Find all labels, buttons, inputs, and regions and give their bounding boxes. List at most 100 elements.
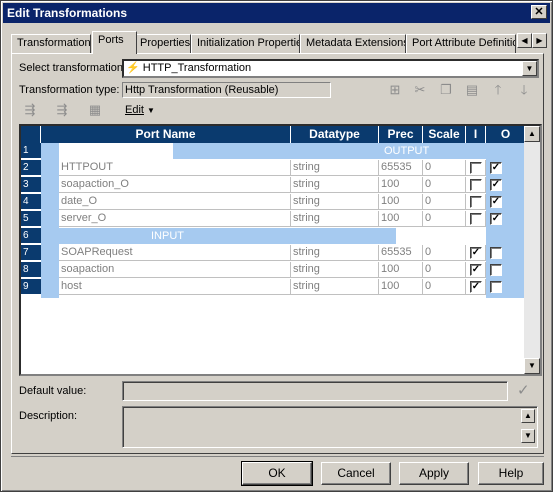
description-scroll-down-icon[interactable]: ▼: [521, 429, 535, 443]
input-checkbox[interactable]: [470, 196, 482, 208]
arrow-down-icon[interactable]: 🡓: [515, 82, 533, 98]
description-label: Description:: [19, 410, 78, 422]
datatype-cell[interactable]: string: [291, 211, 379, 227]
output-checkbox[interactable]: ✓: [490, 162, 502, 174]
group-label-output: OUTPUT: [384, 145, 430, 157]
column-header-port-name[interactable]: Port Name: [41, 126, 291, 143]
row-number[interactable]: 8: [21, 262, 41, 278]
scale-cell[interactable]: 0: [423, 211, 466, 227]
chevron-down-icon[interactable]: ▼: [522, 61, 537, 76]
group-row-output[interactable]: [173, 143, 526, 159]
column-header-prec[interactable]: Prec: [379, 126, 423, 143]
input-checkbox[interactable]: ✓: [470, 247, 482, 259]
scale-cell[interactable]: 0: [423, 262, 466, 278]
scroll-up-icon[interactable]: ▲: [524, 126, 540, 142]
tab-scroll-left-icon[interactable]: ◀: [517, 33, 532, 48]
row-number[interactable]: 1: [21, 143, 41, 159]
paste-icon[interactable]: ▤: [463, 82, 481, 98]
scale-cell[interactable]: 0: [423, 245, 466, 261]
row-number[interactable]: 3: [21, 177, 41, 193]
edit-menu[interactable]: Edit ▼: [125, 104, 155, 116]
transformation-icon: ⚡: [126, 62, 140, 74]
description-scroll-up-icon[interactable]: ▲: [521, 409, 535, 423]
group-row-input[interactable]: [59, 228, 396, 244]
tab-scroll-right-icon[interactable]: ▶: [532, 33, 547, 48]
selection-band: [41, 143, 59, 298]
port-name-cell[interactable]: server_O: [59, 211, 291, 227]
help-button[interactable]: Help: [478, 462, 544, 485]
scale-cell[interactable]: 0: [423, 194, 466, 210]
input-checkbox[interactable]: [470, 213, 482, 225]
row-number[interactable]: 7: [21, 245, 41, 261]
datatype-cell[interactable]: string: [291, 160, 379, 176]
tab-transformation[interactable]: Transformation: [11, 34, 91, 53]
cut-icon[interactable]: ✂: [411, 82, 429, 98]
scale-cell[interactable]: 0: [423, 279, 466, 295]
port-name-cell[interactable]: host: [59, 279, 291, 295]
scroll-down-icon[interactable]: ▼: [524, 358, 540, 374]
row-number[interactable]: 2: [21, 160, 41, 176]
ok-button[interactable]: OK: [241, 461, 313, 486]
close-button[interactable]: ✕: [531, 5, 547, 19]
row-number[interactable]: 4: [21, 194, 41, 210]
tab-port-attribute-definitions[interactable]: Port Attribute Definitions: [406, 34, 516, 53]
edit-menu-label: Edit: [125, 104, 144, 116]
tab-metadata-extensions[interactable]: Metadata Extensions: [300, 34, 406, 53]
prec-cell[interactable]: 100: [379, 177, 423, 193]
port-name-cell[interactable]: date_O: [59, 194, 291, 210]
port-name-cell[interactable]: soapaction: [59, 262, 291, 278]
input-checkbox[interactable]: [470, 179, 482, 191]
prec-cell[interactable]: 100: [379, 211, 423, 227]
column-header-scale[interactable]: Scale: [423, 126, 466, 143]
output-checkbox[interactable]: ✓: [490, 213, 502, 225]
row-number[interactable]: 6: [21, 228, 41, 244]
propagate-icon[interactable]: ⇶: [53, 102, 71, 118]
port-name-cell[interactable]: soapaction_O: [59, 177, 291, 193]
scale-cell[interactable]: 0: [423, 160, 466, 176]
output-checkbox[interactable]: [490, 264, 502, 276]
scale-cell[interactable]: 0: [423, 177, 466, 193]
default-value-label: Default value:: [19, 385, 87, 397]
prec-cell[interactable]: 65535: [379, 160, 423, 176]
new-port-icon[interactable]: ⊞: [386, 82, 404, 98]
copy-icon[interactable]: ❐: [437, 82, 455, 98]
datatype-cell[interactable]: string: [291, 245, 379, 261]
tab-ports[interactable]: Ports: [92, 31, 137, 54]
prec-cell[interactable]: 65535: [379, 245, 423, 261]
output-checkbox[interactable]: ✓: [490, 196, 502, 208]
row-number[interactable]: 5: [21, 211, 41, 227]
default-value-field[interactable]: [122, 381, 508, 401]
port-settings-icon[interactable]: ▦: [86, 102, 104, 118]
apply-button[interactable]: Apply: [399, 462, 469, 485]
validate-checkmark-icon[interactable]: ✓: [517, 381, 530, 399]
row-number[interactable]: 9: [21, 279, 41, 295]
column-header-input[interactable]: I: [466, 126, 486, 143]
prec-cell[interactable]: 100: [379, 279, 423, 295]
input-checkbox[interactable]: [470, 162, 482, 174]
output-checkbox[interactable]: [490, 281, 502, 293]
link-port-icon[interactable]: ⇶: [21, 102, 39, 118]
transformation-type-label: Transformation type:: [19, 84, 120, 96]
datatype-cell[interactable]: string: [291, 194, 379, 210]
port-name-cell[interactable]: HTTPOUT: [59, 160, 291, 176]
port-name-cell[interactable]: SOAPRequest: [59, 245, 291, 261]
tab-strip: Transformation Ports Properties Initiali…: [11, 31, 551, 54]
column-header-output[interactable]: O: [486, 126, 526, 143]
cancel-button[interactable]: Cancel: [321, 462, 391, 485]
datatype-cell[interactable]: string: [291, 262, 379, 278]
tab-initialization-properties[interactable]: Initialization Properties: [191, 34, 300, 53]
datatype-cell[interactable]: string: [291, 279, 379, 295]
grid-vertical-scrollbar[interactable]: ▲ ▼: [524, 126, 540, 374]
output-checkbox[interactable]: [490, 247, 502, 259]
tab-properties[interactable]: Properties: [134, 34, 191, 53]
select-transformation-dropdown[interactable]: ⚡ HTTP_Transformation ▼: [122, 59, 539, 78]
prec-cell[interactable]: 100: [379, 262, 423, 278]
input-checkbox[interactable]: ✓: [470, 281, 482, 293]
arrow-up-icon[interactable]: 🡑: [489, 82, 507, 98]
output-checkbox[interactable]: ✓: [490, 179, 502, 191]
column-header-datatype[interactable]: Datatype: [291, 126, 379, 143]
prec-cell[interactable]: 100: [379, 194, 423, 210]
datatype-cell[interactable]: string: [291, 177, 379, 193]
description-field[interactable]: ▲ ▼: [122, 406, 538, 448]
input-checkbox[interactable]: ✓: [470, 264, 482, 276]
